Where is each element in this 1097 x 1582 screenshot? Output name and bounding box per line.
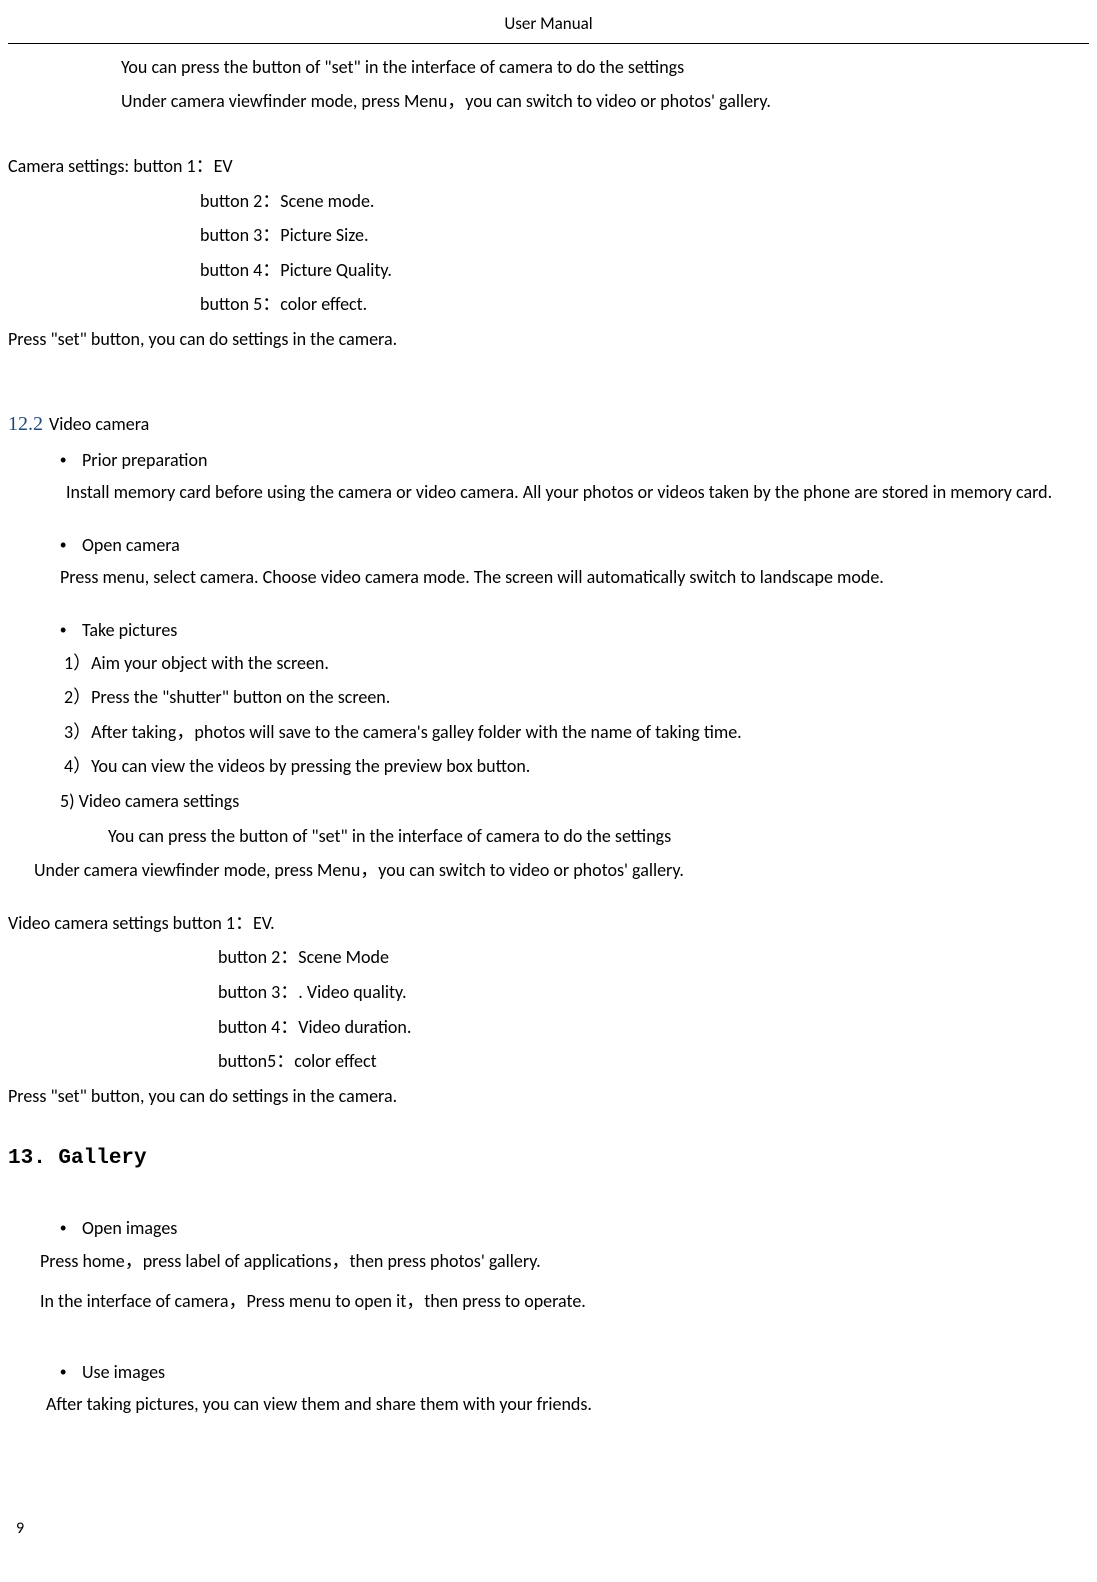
header-rule bbox=[8, 43, 1089, 44]
bullet-take-pictures: • Take pictures bbox=[8, 615, 1089, 646]
bullet-icon: • bbox=[60, 1213, 82, 1244]
video-settings-b2: button 2：Scene Mode bbox=[8, 942, 1089, 973]
camera-settings-b2: button 2：Scene mode. bbox=[8, 186, 1089, 217]
section-12-2-title: 12.2 Video camera bbox=[8, 407, 1089, 441]
bullet-label: Open images bbox=[82, 1213, 1089, 1244]
video-settings-b4: button 4：Video duration. bbox=[8, 1012, 1089, 1043]
step-2: 2）Press the "shutter" button on the scre… bbox=[8, 682, 1089, 713]
open-images-l1: Press home，press label of applications，t… bbox=[8, 1246, 1089, 1277]
intro-line-1: You can press the button of "set" in the… bbox=[8, 52, 1089, 83]
video-settings-b1: Video camera settings button 1：EV. bbox=[8, 908, 1089, 939]
open-camera-text: Press menu, select camera. Choose video … bbox=[8, 562, 1089, 593]
video-settings-b3: button 3：. Video quality. bbox=[8, 977, 1089, 1008]
bullet-prior-preparation: • Prior preparation bbox=[8, 445, 1089, 476]
camera-settings-b3: button 3：Picture Size. bbox=[8, 220, 1089, 251]
video-settings-press: Press "set" button, you can do settings … bbox=[8, 1081, 1089, 1112]
bullet-icon: • bbox=[60, 445, 82, 476]
section-13-title: 13. Gallery bbox=[8, 1141, 1089, 1177]
bullet-label: Use images bbox=[82, 1357, 1089, 1388]
page-header: User Manual bbox=[8, 10, 1089, 43]
video-settings-b5: button5：color effect bbox=[8, 1046, 1089, 1077]
bullet-icon: • bbox=[60, 1357, 82, 1388]
step-5: 5) Video camera settings bbox=[8, 786, 1089, 817]
section-title-text: Video camera bbox=[49, 409, 149, 440]
camera-settings-press: Press "set" button, you can do settings … bbox=[8, 324, 1089, 355]
camera-settings-b1: Camera settings: button 1：EV bbox=[8, 151, 1089, 182]
bullet-label: Take pictures bbox=[82, 615, 1089, 646]
bullet-label: Open camera bbox=[82, 530, 1089, 561]
bullet-use-images: • Use images bbox=[8, 1357, 1089, 1388]
step-3: 3）After taking，photos will save to the c… bbox=[8, 717, 1089, 748]
bullet-open-images: • Open images bbox=[8, 1213, 1089, 1244]
open-images-l2: In the interface of camera，Press menu to… bbox=[8, 1286, 1089, 1317]
step-1: 1）Aim your object with the screen. bbox=[8, 648, 1089, 679]
bullet-label: Prior preparation bbox=[82, 445, 1089, 476]
camera-settings-b5: button 5：color effect. bbox=[8, 289, 1089, 320]
prior-preparation-text: Install memory card before using the cam… bbox=[8, 477, 1089, 508]
bullet-icon: • bbox=[60, 615, 82, 646]
use-images-text: After taking pictures, you can view them… bbox=[8, 1389, 1089, 1420]
viewfinder-note: Under camera viewfinder mode, press Menu… bbox=[8, 855, 1089, 886]
intro-line-2: Under camera viewfinder mode, press Menu… bbox=[8, 86, 1089, 117]
bullet-icon: • bbox=[60, 530, 82, 561]
step-4: 4）You can view the videos by pressing th… bbox=[8, 751, 1089, 782]
step-5-sub: You can press the button of "set" in the… bbox=[8, 821, 1089, 852]
camera-settings-b4: button 4：Picture Quality. bbox=[8, 255, 1089, 286]
section-number: 12.2 bbox=[8, 407, 43, 441]
bullet-open-camera: • Open camera bbox=[8, 530, 1089, 561]
page-number: 9 bbox=[16, 1515, 24, 1542]
page: User Manual You can press the button of … bbox=[8, 10, 1089, 1552]
